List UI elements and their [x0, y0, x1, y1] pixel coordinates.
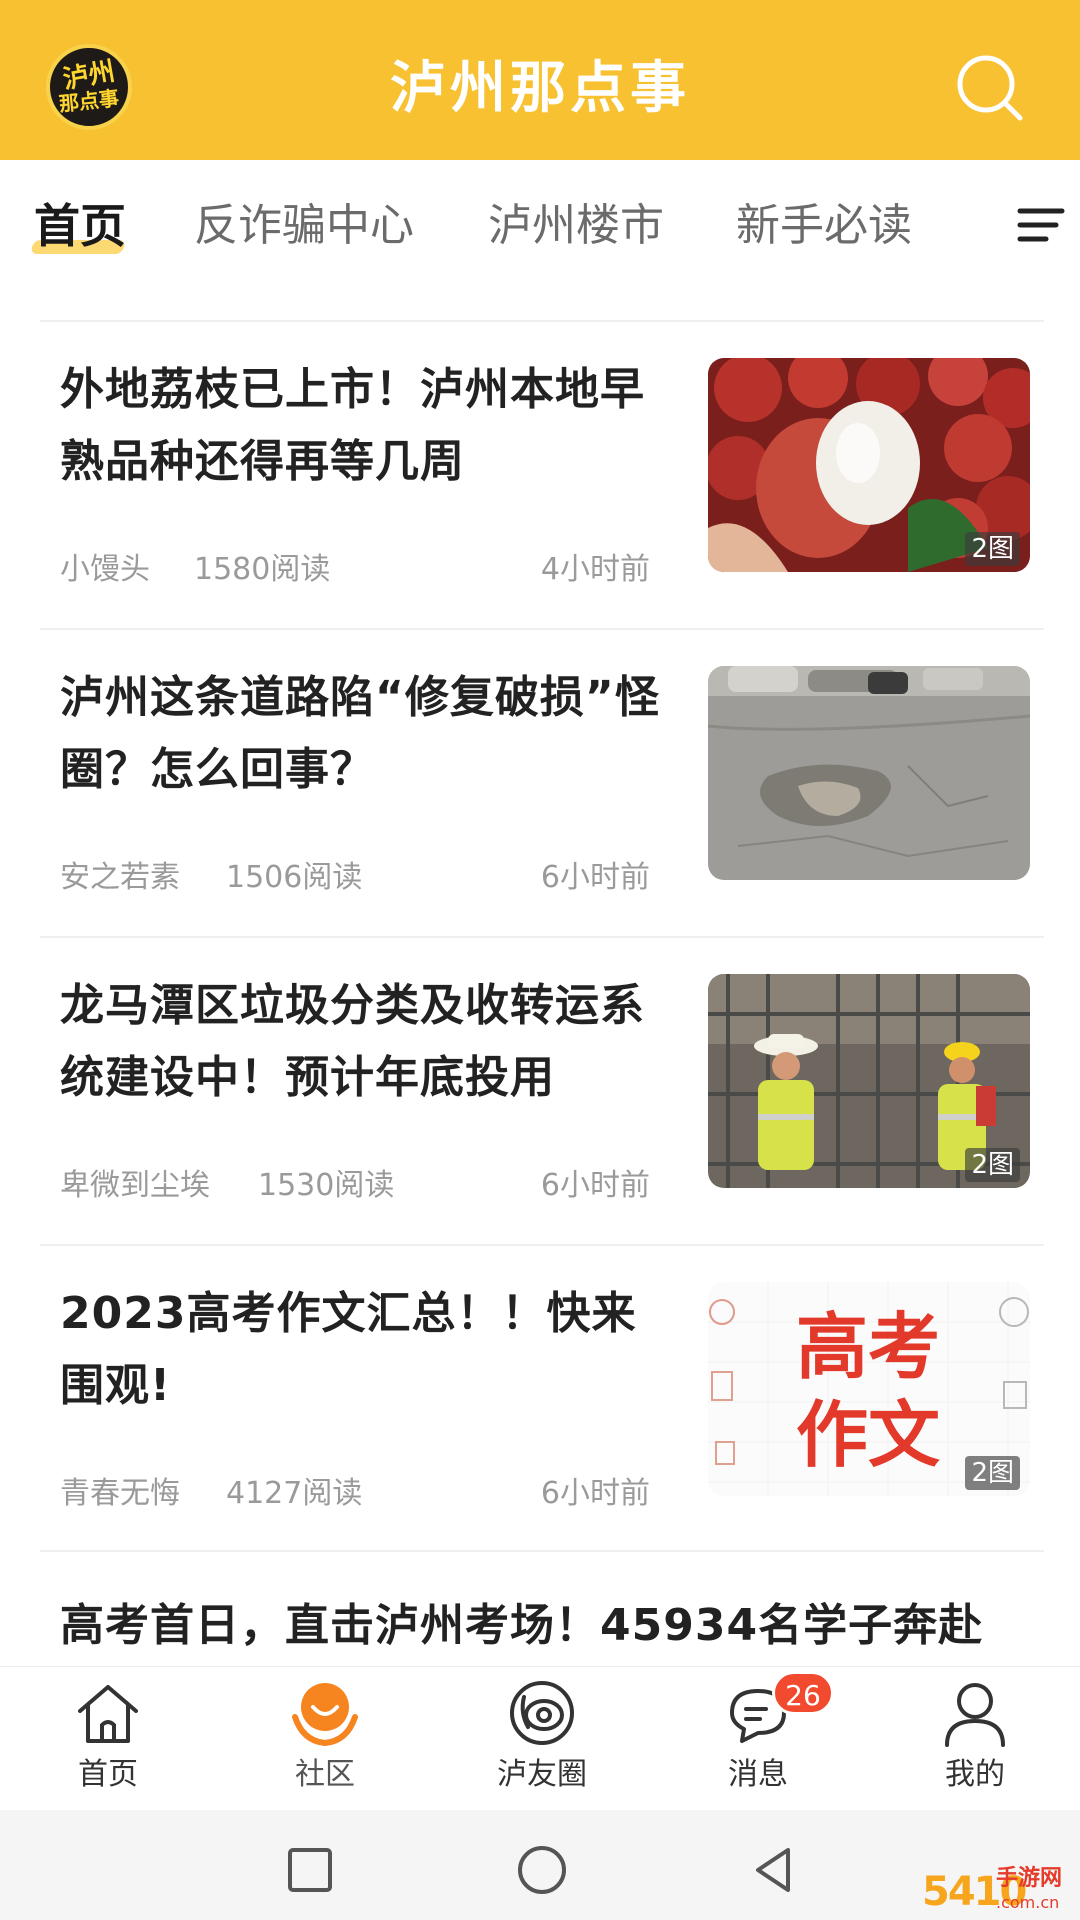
- article-reads: 1530阅读: [258, 1168, 395, 1203]
- article-item[interactable]: 泸州这条道路陷“修复破损”怪圈？怎么回事？ 安之若素 1506阅读 6小时前: [0, 630, 1080, 936]
- article-author: 小馒头: [60, 552, 150, 587]
- nav-label: 我的: [945, 1757, 1005, 1792]
- nav-community[interactable]: 社区: [225, 1667, 425, 1811]
- recent-apps-icon: [288, 1848, 332, 1892]
- app-header: 泸州 那点事 泸州那点事: [0, 0, 1080, 160]
- nav-label: 泸友圈: [497, 1757, 587, 1792]
- community-icon: [292, 1683, 358, 1747]
- article-author: 青春无悔: [60, 1476, 180, 1511]
- bottom-navigation: 首页 社区 泸友圈 26 消息 我的: [0, 1666, 1080, 1811]
- article-time: 4小时前: [540, 552, 650, 587]
- article-author: 卑微到尘埃: [60, 1168, 210, 1203]
- article-thumbnail[interactable]: [708, 666, 1030, 880]
- back-button[interactable]: [744, 1840, 804, 1900]
- article-title[interactable]: 泸州这条道路陷“修复破损”怪圈？怎么回事？: [60, 662, 660, 806]
- article-title[interactable]: 外地荔枝已上市！泸州本地早熟品种还得再等几周: [60, 354, 660, 498]
- app-title: 泸州那点事: [390, 56, 690, 121]
- article-title[interactable]: 龙马潭区垃圾分类及收转运系统建设中！预计年底投用: [60, 970, 660, 1114]
- tab-home[interactable]: 首页: [34, 198, 126, 254]
- image-text-line2: 作文: [796, 1393, 940, 1477]
- nav-profile[interactable]: 我的: [875, 1667, 1075, 1811]
- article-reads: 1580阅读: [194, 552, 331, 587]
- article-meta: 卑微到尘埃 1530阅读 6小时前: [60, 1166, 660, 1206]
- article-title[interactable]: 高考首日，直击泸州考场！45934名学子奔赴: [60, 1590, 1060, 1662]
- back-icon: [756, 1848, 790, 1892]
- article-thumbnail[interactable]: 2图: [708, 974, 1030, 1188]
- article-reads: 4127阅读: [226, 1476, 363, 1511]
- image-count-badge: 2图: [965, 1456, 1020, 1490]
- article-item[interactable]: 外地荔枝已上市！泸州本地早熟品种还得再等几周 小馒头 1580阅读 4小时前 2…: [0, 322, 1080, 628]
- article-time: 6小时前: [540, 1168, 650, 1203]
- nav-messages[interactable]: 26 消息: [658, 1667, 858, 1811]
- tab-real-estate[interactable]: 泸州楼市: [488, 198, 664, 254]
- article-meta: 安之若素 1506阅读 6小时前: [60, 858, 660, 898]
- nav-label: 社区: [295, 1757, 355, 1792]
- article-author: 安之若素: [60, 860, 180, 895]
- tab-newbie-guide[interactable]: 新手必读: [736, 198, 912, 254]
- unread-count-badge: 26: [772, 1671, 834, 1715]
- nav-label: 消息: [728, 1757, 788, 1792]
- article-title[interactable]: 2023高考作文汇总！！快来围观!: [60, 1278, 660, 1422]
- damaged-road-image: [708, 666, 1030, 880]
- tab-anti-fraud[interactable]: 反诈骗中心: [194, 198, 414, 254]
- recent-apps-button[interactable]: [280, 1840, 340, 1900]
- article-item[interactable]: 2023高考作文汇总！！快来围观! 青春无悔 4127阅读 6小时前 高考 作文…: [0, 1246, 1080, 1552]
- home-icon: [78, 1685, 138, 1743]
- menu-icon: [1017, 208, 1065, 242]
- search-button[interactable]: [950, 48, 1030, 128]
- nav-label: 首页: [78, 1757, 138, 1792]
- search-icon: [957, 55, 1023, 121]
- nav-circle[interactable]: 泸友圈: [442, 1667, 642, 1811]
- category-tabs: 首页 反诈骗中心 泸州楼市 新手必读: [0, 160, 1080, 290]
- article-meta: 小馒头 1580阅读 4小时前: [60, 550, 660, 590]
- article-time: 6小时前: [540, 1476, 650, 1511]
- tabs-menu-button[interactable]: [1016, 205, 1066, 245]
- article-reads: 1506阅读: [226, 860, 363, 895]
- system-navigation-bar: 5410 手游网 .com.cn: [0, 1810, 1080, 1920]
- article-thumbnail[interactable]: 高考 作文 2图: [708, 1282, 1030, 1496]
- profile-icon: [945, 1683, 1005, 1747]
- article-time: 6小时前: [540, 860, 650, 895]
- nav-home[interactable]: 首页: [8, 1667, 208, 1811]
- home-circle-icon: [518, 1846, 566, 1894]
- watermark-sub: .com.cn: [996, 1893, 1060, 1912]
- image-count-badge: 2图: [965, 532, 1020, 566]
- watermark-text: 手游网: [996, 1866, 1063, 1891]
- article-item[interactable]: 龙马潭区垃圾分类及收转运系统建设中！预计年底投用 卑微到尘埃 1530阅读 6小…: [0, 938, 1080, 1244]
- circle-icon: [510, 1681, 574, 1745]
- image-text-line1: 高考: [796, 1305, 940, 1389]
- image-count-badge: 2图: [965, 1148, 1020, 1182]
- divider: [40, 1550, 1044, 1552]
- site-watermark: 5410 手游网 .com.cn: [916, 1864, 1080, 1920]
- home-system-button[interactable]: [512, 1840, 572, 1900]
- article-thumbnail[interactable]: 2图: [708, 358, 1030, 572]
- article-meta: 青春无悔 4127阅读 6小时前: [60, 1474, 660, 1514]
